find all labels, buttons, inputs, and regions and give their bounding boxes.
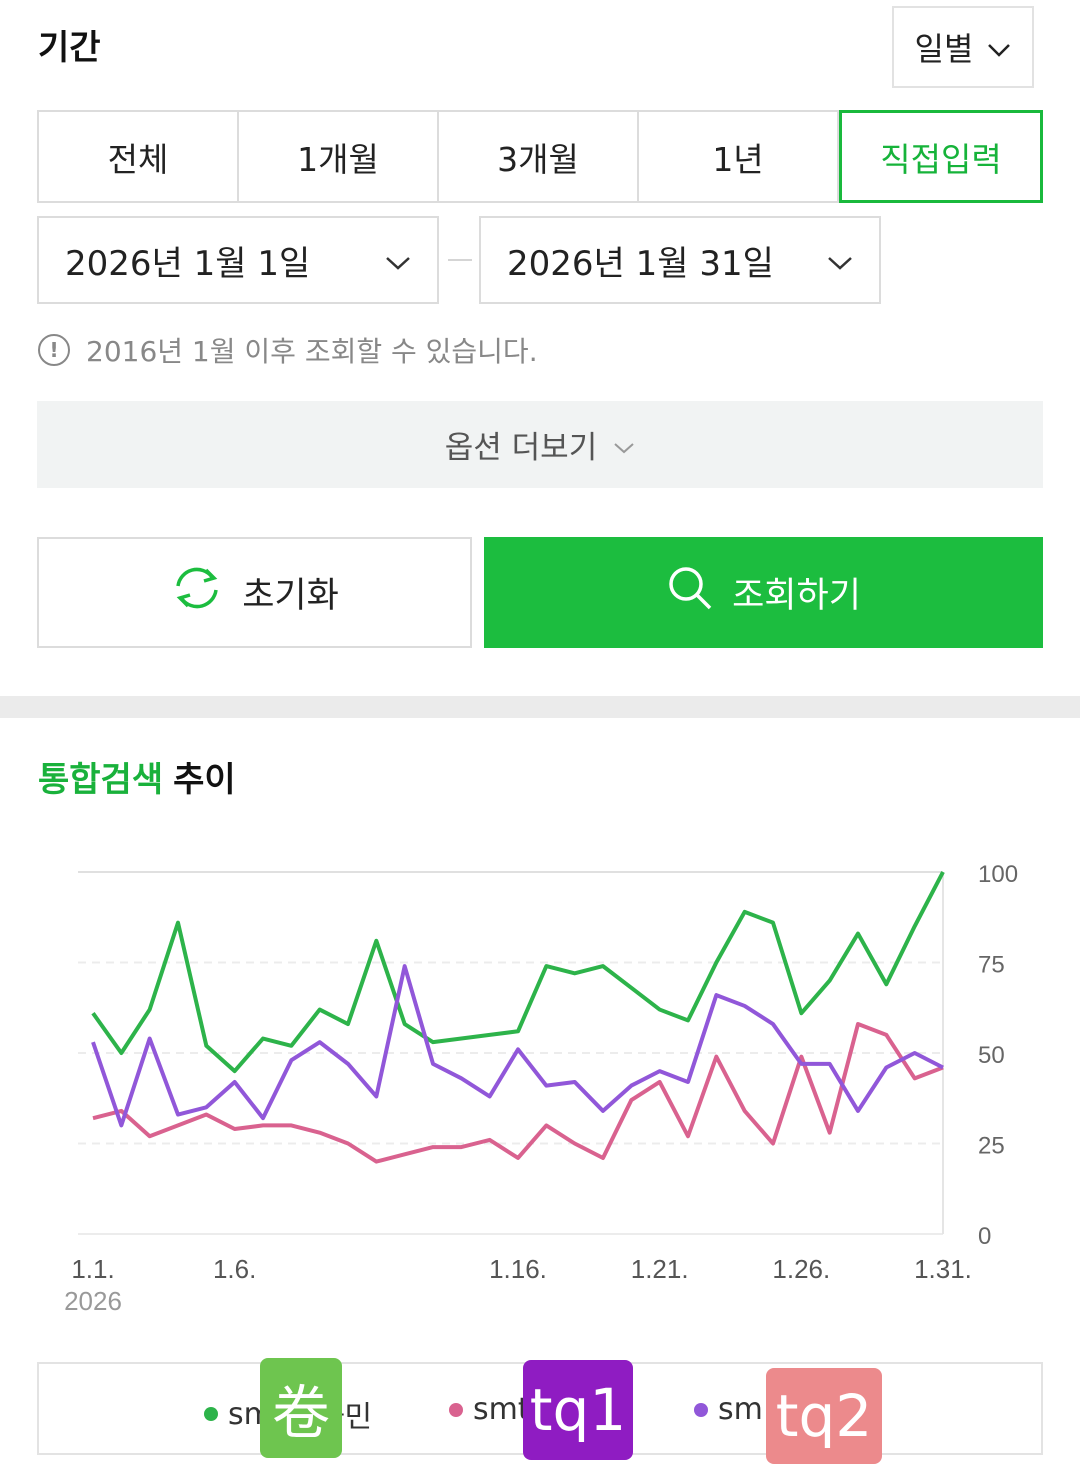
sticker-overlay: 卷 — [260, 1358, 342, 1458]
x-tick-label: 1.6. — [213, 1254, 256, 1284]
sticker-overlay: tq1 — [523, 1360, 633, 1460]
y-tick-label: 75 — [978, 952, 1005, 979]
search-button[interactable]: 조회하기 — [484, 537, 1043, 648]
tab-3-months[interactable]: 3개월 — [439, 112, 639, 201]
search-icon — [666, 564, 714, 621]
date-range-separator — [448, 259, 472, 261]
series-line-3 — [91, 964, 944, 1128]
unit-select-label: 일별 — [914, 30, 974, 68]
tab-all[interactable]: 전체 — [39, 112, 239, 201]
end-date-value: 2026년 1월 31일 — [507, 243, 774, 284]
more-options-button[interactable]: 옵션 더보기 — [37, 401, 1043, 488]
x-tick-label: 1.16. — [489, 1254, 547, 1284]
info-icon: ! — [38, 334, 70, 366]
chevron-down-icon — [987, 28, 1011, 66]
date-notice: ! 2016년 1월 이후 조회할 수 있습니다. — [38, 330, 538, 370]
reset-label: 초기화 — [242, 576, 339, 616]
y-tick-label: 100 — [978, 861, 1018, 888]
start-date-value: 2026년 1월 1일 — [65, 243, 311, 284]
tab-1-month[interactable]: 1개월 — [239, 112, 439, 201]
legend-label: sm — [718, 1392, 763, 1427]
unit-select[interactable]: 일별 — [892, 6, 1034, 88]
trend-title-dark: 추이 — [173, 760, 236, 800]
legend-dot — [694, 1402, 708, 1417]
legend-dot — [449, 1402, 463, 1417]
date-notice-text: 2016년 1월 이후 조회할 수 있습니다. — [86, 335, 538, 368]
x-tick-label: 1.1. — [71, 1254, 114, 1284]
x-tick-label: 1.21. — [631, 1254, 689, 1284]
trend-line-chart: 0 25 50 75 100 1.1. 1.6. 1.16. 1.21. 1.26. 1.31. 20… — [64, 861, 1018, 1316]
search-label: 조회하기 — [732, 576, 861, 616]
trend-section-title: 통합검색 추이 — [38, 752, 236, 801]
legend-dot — [204, 1407, 218, 1421]
trend-title-green: 통합검색 — [38, 760, 164, 800]
x-tick-label: 1.26. — [772, 1254, 830, 1284]
period-tabs: 전체 1개월 3개월 1년 직접입력 — [37, 110, 1043, 203]
reset-button[interactable]: 초기화 — [37, 537, 472, 648]
sticker-overlay: tq2 — [766, 1368, 882, 1464]
tab-custom[interactable]: 직접입력 — [839, 110, 1043, 203]
y-tick-label: 0 — [978, 1223, 991, 1250]
y-tick-label: 50 — [978, 1042, 1005, 1069]
series-line-1 — [91, 871, 945, 1074]
refresh-icon — [170, 564, 224, 621]
x-year-label: 2026 — [64, 1286, 122, 1316]
legend-label: smt — [473, 1392, 530, 1427]
chevron-down-icon — [827, 240, 853, 280]
legend-item-series-3[interactable]: sm — [694, 1392, 763, 1427]
legend-item-series-2[interactable]: smt — [449, 1392, 530, 1427]
start-date-select[interactable]: 2026년 1월 1일 — [37, 216, 439, 304]
section-divider — [0, 696, 1080, 718]
chevron-down-icon — [613, 427, 635, 463]
period-title: 기간 — [38, 28, 101, 68]
more-options-label: 옵션 더보기 — [444, 430, 598, 466]
chart-legend: sm 하민 smt sm 卷 tq1 tq2 — [37, 1358, 1043, 1464]
y-tick-label: 25 — [978, 1133, 1005, 1160]
x-tick-label: 1.31. — [914, 1254, 972, 1284]
tab-1-year[interactable]: 1년 — [639, 112, 839, 201]
end-date-select[interactable]: 2026년 1월 31일 — [479, 216, 881, 304]
chevron-down-icon — [385, 240, 411, 280]
